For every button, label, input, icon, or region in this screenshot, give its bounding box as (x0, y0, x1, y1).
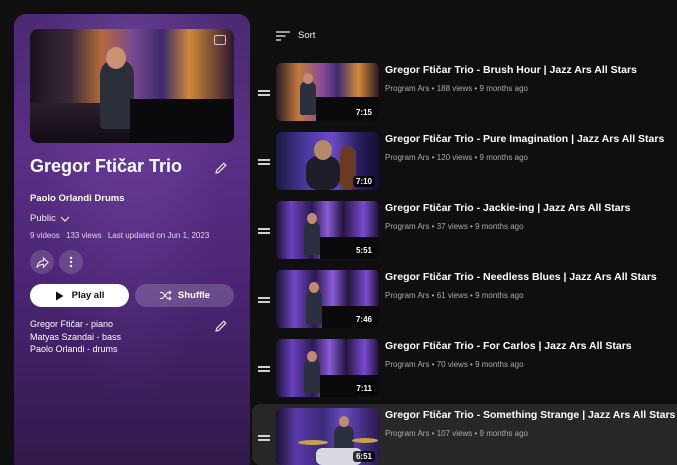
drag-handle-icon[interactable] (258, 365, 270, 373)
video-meta: Program Ars • 120 views • 9 months ago (385, 153, 528, 162)
playlist-video-row[interactable]: 7:46 Gregor Ftičar Trio - Needless Blues… (252, 270, 677, 338)
chevron-down-icon (60, 216, 70, 222)
edit-description-icon[interactable] (213, 318, 229, 334)
playlist-description: Gregor Ftičar - piano Matyas Szandai - b… (30, 318, 121, 356)
thumb-drummer-head (339, 416, 349, 427)
play-icon (55, 291, 64, 300)
video-duration: 7:46 (352, 314, 375, 325)
hero-pianist (100, 59, 134, 129)
sort-icon (276, 30, 290, 41)
thumb-musician (304, 359, 320, 393)
description-line: Paolo Orlandi - drums (30, 344, 118, 354)
video-thumbnail[interactable]: 6:51 (276, 408, 379, 465)
video-duration: 6:51 (352, 451, 375, 462)
video-meta: Program Ars • 61 views • 9 months ago (385, 291, 524, 300)
playlist-title: Gregor Ftičar Trio (30, 156, 183, 176)
thumb-bassist (306, 156, 340, 190)
video-title[interactable]: Gregor Ftičar Trio - Something Strange |… (385, 409, 675, 421)
playlist-thumbnail[interactable] (30, 29, 234, 143)
playlist-video-row[interactable]: 7:15 Gregor Ftičar Trio - Brush Hour | J… (252, 63, 677, 131)
video-title[interactable]: Gregor Ftičar Trio - For Carlos | Jazz A… (385, 340, 632, 352)
video-duration: 7:11 (353, 383, 375, 394)
share-button[interactable] (30, 250, 54, 274)
video-duration: 7:10 (352, 176, 375, 187)
play-all-label: Play all (71, 290, 105, 301)
video-meta: Program Ars • 37 views • 9 months ago (385, 222, 524, 231)
playlist-stats: 9 videos 133 views Last updated on Jun 1… (30, 231, 213, 240)
thumb-musician-head (307, 213, 317, 224)
video-title[interactable]: Gregor Ftičar Trio - Jackie-ing | Jazz A… (385, 202, 631, 214)
shuffle-icon (159, 290, 172, 301)
thumb-musician-head (303, 73, 313, 84)
video-duration: 5:51 (352, 245, 375, 256)
video-title[interactable]: Gregor Ftičar Trio - Brush Hour | Jazz A… (385, 64, 637, 76)
drag-handle-icon[interactable] (258, 434, 270, 442)
shuffle-label: Shuffle (177, 290, 211, 301)
drag-handle-icon[interactable] (258, 227, 270, 235)
video-meta: Program Ars • 188 views • 9 months ago (385, 84, 528, 93)
privacy-selector[interactable]: Public (30, 213, 70, 224)
thumb-musician (300, 81, 316, 115)
thumb-musician (306, 290, 322, 324)
thumb-bassist-head (314, 140, 332, 160)
playlist-video-row[interactable]: 5:51 Gregor Ftičar Trio - Jackie-ing | J… (252, 201, 677, 269)
more-icon (69, 256, 73, 268)
playlist-video-row[interactable]: 7:10 Gregor Ftičar Trio - Pure Imaginati… (252, 132, 677, 200)
playlist-header-panel: Gregor Ftičar Trio Paolo Orlandi Drums P… (14, 14, 250, 465)
video-thumbnail[interactable]: 7:11 (276, 339, 379, 397)
video-duration: 7:15 (352, 107, 375, 118)
sort-button[interactable]: Sort (276, 30, 315, 41)
hero-pianist-head (106, 47, 126, 69)
miniplayer-icon (214, 35, 226, 45)
drag-handle-icon[interactable] (258, 89, 270, 97)
edit-icon[interactable] (213, 160, 229, 176)
view-count: 133 views (66, 231, 102, 240)
last-updated: Last updated on Jun 1, 2023 (107, 231, 210, 240)
video-thumbnail[interactable]: 7:15 (276, 63, 379, 121)
playlist-video-row[interactable]: 7:11 Gregor Ftičar Trio - For Carlos | J… (252, 339, 677, 407)
thumb-musician (304, 221, 320, 255)
hero-piano (130, 99, 234, 143)
video-thumbnail[interactable]: 7:46 (276, 270, 379, 328)
video-meta: Program Ars • 107 views • 9 months ago (385, 429, 528, 438)
sort-label: Sort (298, 30, 316, 41)
video-thumbnail[interactable]: 5:51 (276, 201, 379, 259)
video-meta: Program Ars • 70 views • 9 months ago (385, 360, 524, 369)
video-thumbnail[interactable]: 7:10 (276, 132, 379, 190)
more-options-button[interactable] (59, 250, 83, 274)
description-line: Gregor Ftičar - piano (30, 319, 114, 329)
description-line: Matyas Szandai - bass (30, 331, 122, 342)
thumb-cymbal (298, 440, 328, 445)
video-title[interactable]: Gregor Ftičar Trio - Needless Blues | Ja… (385, 271, 657, 283)
thumb-musician-head (309, 282, 319, 293)
drag-handle-icon[interactable] (258, 296, 270, 304)
share-icon (35, 256, 49, 268)
video-title[interactable]: Gregor Ftičar Trio - Pure Imagination | … (385, 133, 664, 145)
thumb-cymbal (352, 438, 378, 443)
thumb-musician-head (307, 351, 317, 362)
drag-handle-icon[interactable] (258, 158, 270, 166)
play-all-button[interactable]: Play all (30, 284, 129, 307)
privacy-label: Public (30, 213, 56, 224)
shuffle-button[interactable]: Shuffle (135, 284, 234, 307)
playlist-video-row-hovered[interactable]: 6:51 Gregor Ftičar Trio - Something Stra… (252, 404, 677, 465)
video-count: 9 videos (30, 231, 60, 240)
playlist-owner[interactable]: Paolo Orlandi Drums (30, 193, 125, 204)
